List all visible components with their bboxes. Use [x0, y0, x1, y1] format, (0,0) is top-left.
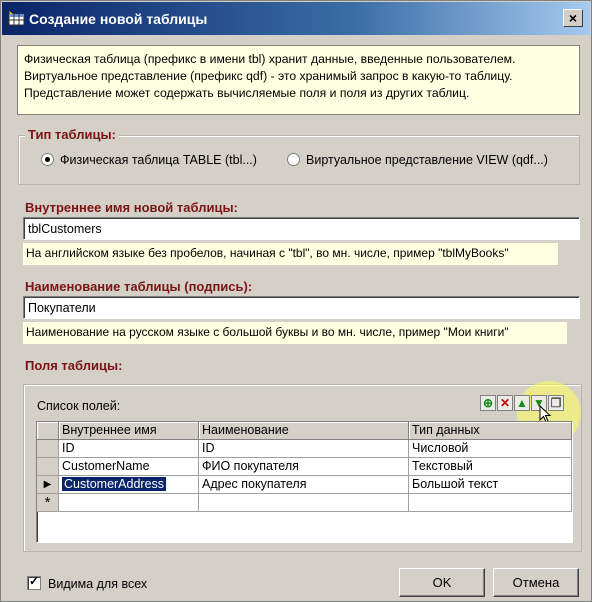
table-row-current[interactable]: ▶ CustomerAddress Адрес покупателя Больш… — [37, 476, 572, 494]
current-row-marker[interactable]: ▶ — [37, 476, 59, 494]
delete-icon: ✕ — [499, 396, 511, 410]
caption-hint: Наименование на русском языке с большой … — [23, 322, 567, 344]
table-type-label: Тип таблицы: — [25, 127, 119, 142]
info-panel: Физическая таблица (префикс в имени tbl)… — [17, 45, 580, 115]
cell-internal-name[interactable]: ID — [59, 440, 199, 458]
table-icon — [8, 11, 25, 26]
caption-label: Наименование таблицы (подпись): — [25, 279, 253, 294]
checkbox-checked[interactable] — [27, 574, 41, 590]
move-up-icon: ▲ — [516, 396, 528, 410]
internal-name-input[interactable]: tblCustomers — [23, 217, 580, 240]
info-line: Виртуальное представление (префикс qdf) … — [24, 69, 513, 83]
internal-name-label: Внутреннее имя новой таблицы: — [25, 200, 238, 215]
cell-name[interactable]: ФИО покупателя — [199, 458, 409, 476]
cell-name[interactable] — [199, 494, 409, 512]
ok-button[interactable]: OK — [399, 568, 485, 597]
add-icon: ⊕ — [482, 396, 494, 410]
info-line: Представление может содержать вычисляемы… — [24, 86, 470, 100]
checkbox-label: Видима для всех — [48, 577, 148, 591]
move-up-button[interactable]: ▲ — [514, 395, 530, 411]
delete-field-button[interactable]: ✕ — [497, 395, 513, 411]
column-header[interactable]: Внутреннее имя — [59, 422, 199, 440]
cell-type[interactable]: Большой текст — [409, 476, 572, 494]
fields-list-label: Список полей: — [37, 399, 121, 413]
cell-name[interactable]: ID — [199, 440, 409, 458]
radio-button-checked[interactable] — [41, 153, 54, 166]
cell-internal-name[interactable]: CustomerAddress — [59, 476, 199, 494]
window-title: Создание новой таблицы — [29, 11, 208, 27]
title-bar[interactable]: Создание новой таблицы × — [2, 2, 590, 35]
column-header[interactable]: Наименование — [199, 422, 409, 440]
row-selector[interactable] — [37, 458, 59, 476]
dialog-window: Создание новой таблицы × Физическая табл… — [0, 0, 592, 602]
table-row[interactable]: CustomerName ФИО покупателя Текстовый — [37, 458, 572, 476]
radio-button-unchecked[interactable] — [287, 153, 300, 166]
row-selector[interactable] — [37, 440, 59, 458]
visible-for-all-checkbox[interactable]: Видима для всех — [27, 574, 148, 591]
cell-name[interactable]: Адрес покупателя — [199, 476, 409, 494]
cell-type[interactable]: Числовой — [409, 440, 572, 458]
info-line: Физическая таблица (префикс в имени tbl)… — [24, 52, 516, 66]
column-header[interactable]: Тип данных — [409, 422, 572, 440]
radio-virtual-view[interactable]: Виртуальное представление VIEW (qdf...) — [287, 153, 548, 167]
new-row-marker[interactable]: * — [37, 494, 59, 512]
radio-physical-table[interactable]: Физическая таблица TABLE (tbl...) — [41, 153, 257, 167]
cell-type[interactable] — [409, 494, 572, 512]
add-field-button[interactable]: ⊕ — [480, 395, 496, 411]
table-row[interactable]: ID ID Числовой — [37, 440, 572, 458]
radio-label: Физическая таблица TABLE (tbl...) — [60, 153, 257, 167]
cancel-button[interactable]: Отмена — [493, 568, 579, 597]
grid-header-row: Внутреннее имя Наименование Тип данных — [37, 422, 572, 440]
selected-cell-text[interactable]: CustomerAddress — [62, 477, 167, 491]
close-button[interactable]: × — [563, 9, 583, 27]
cell-internal-name[interactable]: CustomerName — [59, 458, 199, 476]
caption-input[interactable]: Покупатели — [23, 296, 580, 319]
table-row-new[interactable]: * — [37, 494, 572, 512]
fields-label: Поля таблицы: — [25, 358, 123, 373]
internal-name-hint: На английском языке без пробелов, начина… — [23, 243, 558, 265]
row-selector-header[interactable] — [37, 422, 59, 440]
cell-internal-name[interactable] — [59, 494, 199, 512]
radio-label: Виртуальное представление VIEW (qdf...) — [306, 153, 548, 167]
fields-grid[interactable]: Внутреннее имя Наименование Тип данных I… — [36, 421, 573, 543]
cell-type[interactable]: Текстовый — [409, 458, 572, 476]
